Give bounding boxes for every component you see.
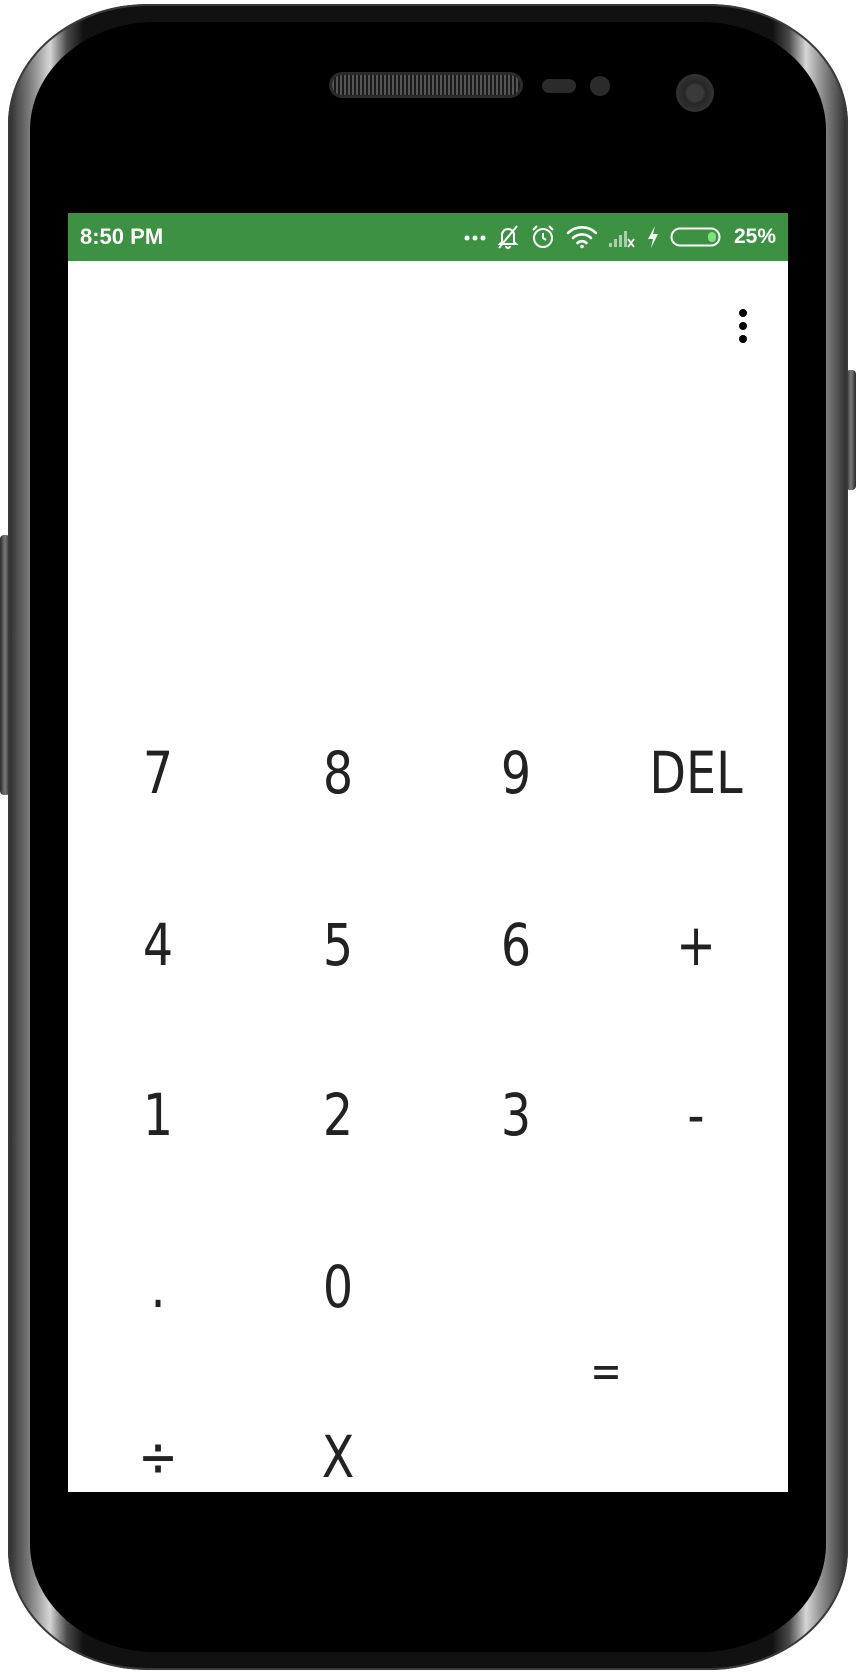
battery-icon <box>670 225 724 249</box>
device-frame-stage: 8:50 PM 25% 7 8 9 DEL 4 5 6 + 1 2 3 - . … <box>0 0 856 1676</box>
key-4[interactable]: 4 <box>84 895 232 995</box>
earpiece-speaker <box>332 75 520 95</box>
wifi-icon <box>566 225 598 249</box>
key-2[interactable]: 2 <box>264 1065 412 1165</box>
bell-muted-icon <box>496 224 520 250</box>
add-button[interactable]: + <box>622 895 770 995</box>
cell-signal-icon <box>608 225 636 249</box>
app-screen: 8:50 PM 25% 7 8 9 DEL 4 5 6 + 1 2 3 - . … <box>68 213 788 1492</box>
charging-bolt-icon <box>646 225 660 249</box>
front-camera <box>676 74 714 112</box>
equals-button[interactable]: = <box>532 1321 680 1421</box>
more-dots-icon <box>464 232 486 242</box>
key-8[interactable]: 8 <box>264 723 412 823</box>
key-7[interactable]: 7 <box>84 723 232 823</box>
multiply-button[interactable]: X <box>264 1407 412 1492</box>
key-1[interactable]: 1 <box>84 1065 232 1165</box>
key-5[interactable]: 5 <box>264 895 412 995</box>
status-bar: 8:50 PM 25% <box>68 213 788 261</box>
subtract-button[interactable]: - <box>622 1065 770 1165</box>
alarm-clock-icon <box>530 224 556 250</box>
more-vert-icon <box>736 308 750 349</box>
decimal-point-button[interactable]: . <box>84 1237 232 1337</box>
light-sensor <box>590 76 610 96</box>
key-3[interactable]: 3 <box>442 1065 590 1165</box>
overflow-menu-button[interactable] <box>718 293 768 363</box>
key-6[interactable]: 6 <box>442 895 590 995</box>
delete-button[interactable]: DEL <box>622 723 770 823</box>
status-icons: 25% <box>464 221 776 253</box>
key-9[interactable]: 9 <box>442 723 590 823</box>
key-0[interactable]: 0 <box>264 1237 412 1337</box>
battery-percent: 25% <box>733 225 776 248</box>
status-time: 8:50 PM <box>80 224 164 249</box>
proximity-sensor <box>542 79 576 93</box>
divide-button[interactable]: ÷ <box>84 1407 232 1492</box>
